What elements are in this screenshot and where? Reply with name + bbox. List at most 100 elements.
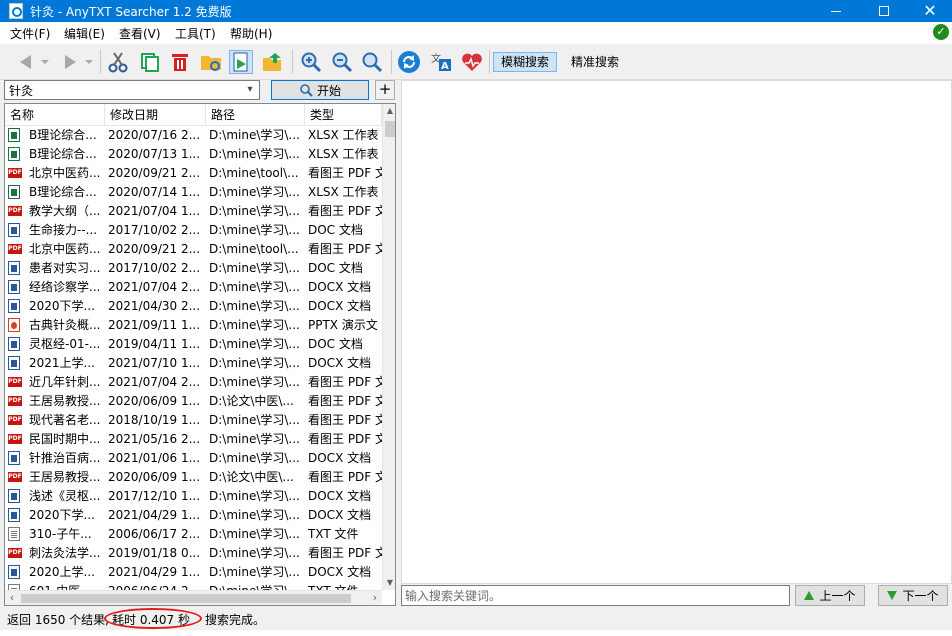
close-button[interactable]: ✕ [907, 0, 952, 22]
arrow-up-icon [804, 591, 815, 600]
column-header-path[interactable]: 路径 [206, 104, 305, 126]
menu-tools[interactable]: 工具(T) [175, 25, 216, 42]
table-row[interactable]: PDF 王居易教授... 2020/06/09 1... D:\论文\中医\... 看图… [5, 392, 382, 411]
delete-button[interactable] [168, 50, 192, 74]
row-path: D:\mine\tool\... [209, 242, 299, 256]
table-row[interactable]: 2021上学... 2021/07/10 1... D:\mine\学习\... DO… [5, 354, 382, 373]
scroll-up-icon[interactable]: ▲ [383, 104, 395, 118]
export-button[interactable] [260, 50, 284, 74]
table-row[interactable]: PDF 北京中医药... 2020/09/21 2... D:\mine\tool\.… [5, 240, 382, 259]
row-type: DOCX 文档 [308, 508, 372, 522]
column-header-name[interactable]: 名称 [5, 104, 105, 126]
table-row[interactable]: PDF 刺法灸法学... 2019/01/18 0... D:\mine\学习\...… [5, 544, 382, 563]
column-header-date[interactable]: 修改日期 [105, 104, 206, 126]
table-row[interactable]: B理论综合... 2020/07/14 1... D:\mine\学习\... XLS… [5, 183, 382, 202]
row-type: XLSX 工作表 [308, 128, 379, 142]
status-ok-icon[interactable]: ✓ [933, 24, 949, 40]
table-row[interactable]: 2020下学... 2021/04/29 1... D:\mine\学习\... DO… [5, 506, 382, 525]
search-combobox[interactable]: ▾ [4, 80, 260, 100]
table-row[interactable]: PDF 近几年针刺... 2021/07/04 2... D:\mine\学习\...… [5, 373, 382, 392]
open-file-button[interactable] [229, 50, 253, 74]
results-header: 名称 修改日期 路径 类型 [5, 104, 382, 126]
search-input[interactable] [9, 82, 237, 98]
exact-search-toggle[interactable]: 精准搜索 [563, 52, 627, 72]
row-date: 2021/07/04 2... [108, 375, 201, 389]
favorite-button[interactable] [460, 50, 484, 74]
row-date: 2006/06/17 2... [108, 527, 201, 541]
scroll-down-icon[interactable]: ▼ [383, 576, 395, 590]
scrollbar-thumb[interactable] [385, 121, 395, 137]
table-row[interactable]: 针推治百病... 2021/01/06 1... D:\mine\学习\... DOC… [5, 449, 382, 468]
row-name: 310-子午... [29, 527, 92, 541]
table-row[interactable]: 古典针灸概... 2021/09/11 1... D:\mine\学习\... PPT… [5, 316, 382, 335]
table-row[interactable]: 2020下学... 2021/04/30 2... D:\mine\学习\... DO… [5, 297, 382, 316]
copy-button[interactable] [138, 50, 162, 74]
fuzzy-search-toggle[interactable]: 模糊搜索 [493, 52, 558, 72]
chevron-down-icon[interactable]: ▾ [243, 83, 257, 97]
table-row[interactable]: 2020上学... 2021/04/29 1... D:\mine\学习\... DO… [5, 563, 382, 582]
table-row[interactable]: PDF 王居易教授... 2020/06/09 1... D:\论文\中医\... 看图… [5, 468, 382, 487]
doc-file-icon [8, 299, 22, 314]
translate-icon: 文A [431, 52, 451, 72]
export-icon [263, 53, 281, 71]
next-match-button[interactable]: 下一个 [878, 585, 948, 606]
row-path: D:\mine\学习\... [209, 261, 300, 275]
horizontal-scrollbar[interactable]: ‹ › [5, 590, 382, 605]
preview-pane[interactable] [401, 80, 952, 584]
translate-button[interactable]: 文A [429, 50, 453, 74]
table-row[interactable]: PDF 民国时期中... 2021/05/16 2... D:\mine\学习\...… [5, 430, 382, 449]
minimize-button[interactable] [813, 0, 859, 22]
table-row[interactable]: 浅述《灵枢... 2017/12/10 1... D:\mine\学习\... DOC… [5, 487, 382, 506]
row-type: 看图王 PDF 文 [308, 394, 382, 408]
zoom-in-button[interactable] [299, 50, 323, 74]
scroll-right-icon[interactable]: › [368, 591, 382, 605]
refresh-button[interactable] [397, 50, 421, 74]
maximize-button[interactable] [861, 0, 907, 22]
table-row[interactable]: 患者对实习... 2017/10/02 2... D:\mine\学习\... DOC… [5, 259, 382, 278]
scrollbar-thumb[interactable] [21, 594, 351, 603]
table-row[interactable]: PDF 现代著名老... 2018/10/19 1... D:\mine\学习\...… [5, 411, 382, 430]
forward-button[interactable] [58, 50, 82, 74]
row-date: 2020/09/21 2... [108, 166, 201, 180]
back-history-dropdown[interactable] [38, 50, 52, 74]
row-path: D:\mine\学习\... [209, 489, 300, 503]
back-button[interactable] [14, 50, 38, 74]
title-bar[interactable]: 针灸 - AnyTXT Searcher 1.2 免费版 ✕ [0, 0, 952, 22]
zoom-out-button[interactable] [330, 50, 354, 74]
scroll-left-icon[interactable]: ‹ [5, 591, 19, 605]
cut-button[interactable] [106, 50, 130, 74]
row-date: 2020/09/21 2... [108, 242, 201, 256]
table-row[interactable]: 灵枢经-01-... 2019/04/11 1... D:\mine\学习\... D… [5, 335, 382, 354]
doc-file-icon [8, 223, 22, 238]
menu-file[interactable]: 文件(F) [10, 25, 50, 42]
row-path: D:\论文\中医\... [209, 470, 294, 484]
row-path: D:\mine\学习\... [209, 451, 300, 465]
menu-view[interactable]: 查看(V) [119, 25, 161, 42]
forward-history-dropdown[interactable] [82, 50, 96, 74]
row-type: PPTX 演示文 [308, 318, 378, 332]
open-folder-button[interactable] [199, 50, 223, 74]
row-path: D:\mine\学习\... [209, 432, 300, 446]
vertical-scrollbar[interactable]: ▲ ▼ [382, 104, 395, 590]
table-row[interactable]: B理论综合... 2020/07/13 1... D:\mine\学习\... XLS… [5, 145, 382, 164]
table-row[interactable]: PDF 教学大纲（... 2021/07/04 1... D:\mine\学习\...… [5, 202, 382, 221]
zoom-reset-button[interactable] [360, 50, 384, 74]
previous-match-button[interactable]: 上一个 [795, 585, 865, 606]
menu-edit[interactable]: 编辑(E) [64, 25, 105, 42]
table-row[interactable]: 310-子午... 2006/06/17 2... D:\mine\学习\... TX… [5, 525, 382, 544]
table-row[interactable]: B理论综合... 2020/07/16 2... D:\mine\学习\... XLS… [5, 126, 382, 145]
row-date: 2017/10/02 2... [108, 223, 201, 237]
add-button[interactable]: + [375, 80, 395, 100]
column-header-type[interactable]: 类型 [305, 104, 382, 126]
menu-help[interactable]: 帮助(H) [230, 25, 272, 42]
row-date: 2019/04/11 1... [108, 337, 201, 351]
row-path: D:\mine\学习\... [209, 565, 300, 579]
scissors-icon [108, 52, 128, 73]
find-in-preview-input[interactable] [401, 585, 790, 606]
table-row[interactable]: 601-中医... 2006/06/24 2... D:\mine\学习\... TX… [5, 582, 382, 590]
table-row[interactable]: PDF 北京中医药... 2020/09/21 2... D:\mine\tool\.… [5, 164, 382, 183]
start-search-button[interactable]: 开始 [271, 80, 369, 100]
table-row[interactable]: 经络诊察学... 2021/07/04 2... D:\mine\学习\... DOC… [5, 278, 382, 297]
table-row[interactable]: 生命接力--... 2017/10/02 2... D:\mine\学习\... DO… [5, 221, 382, 240]
results-list[interactable]: 名称 修改日期 路径 类型 B理论综合... 2020/07/16 2... D:\… [4, 103, 396, 606]
